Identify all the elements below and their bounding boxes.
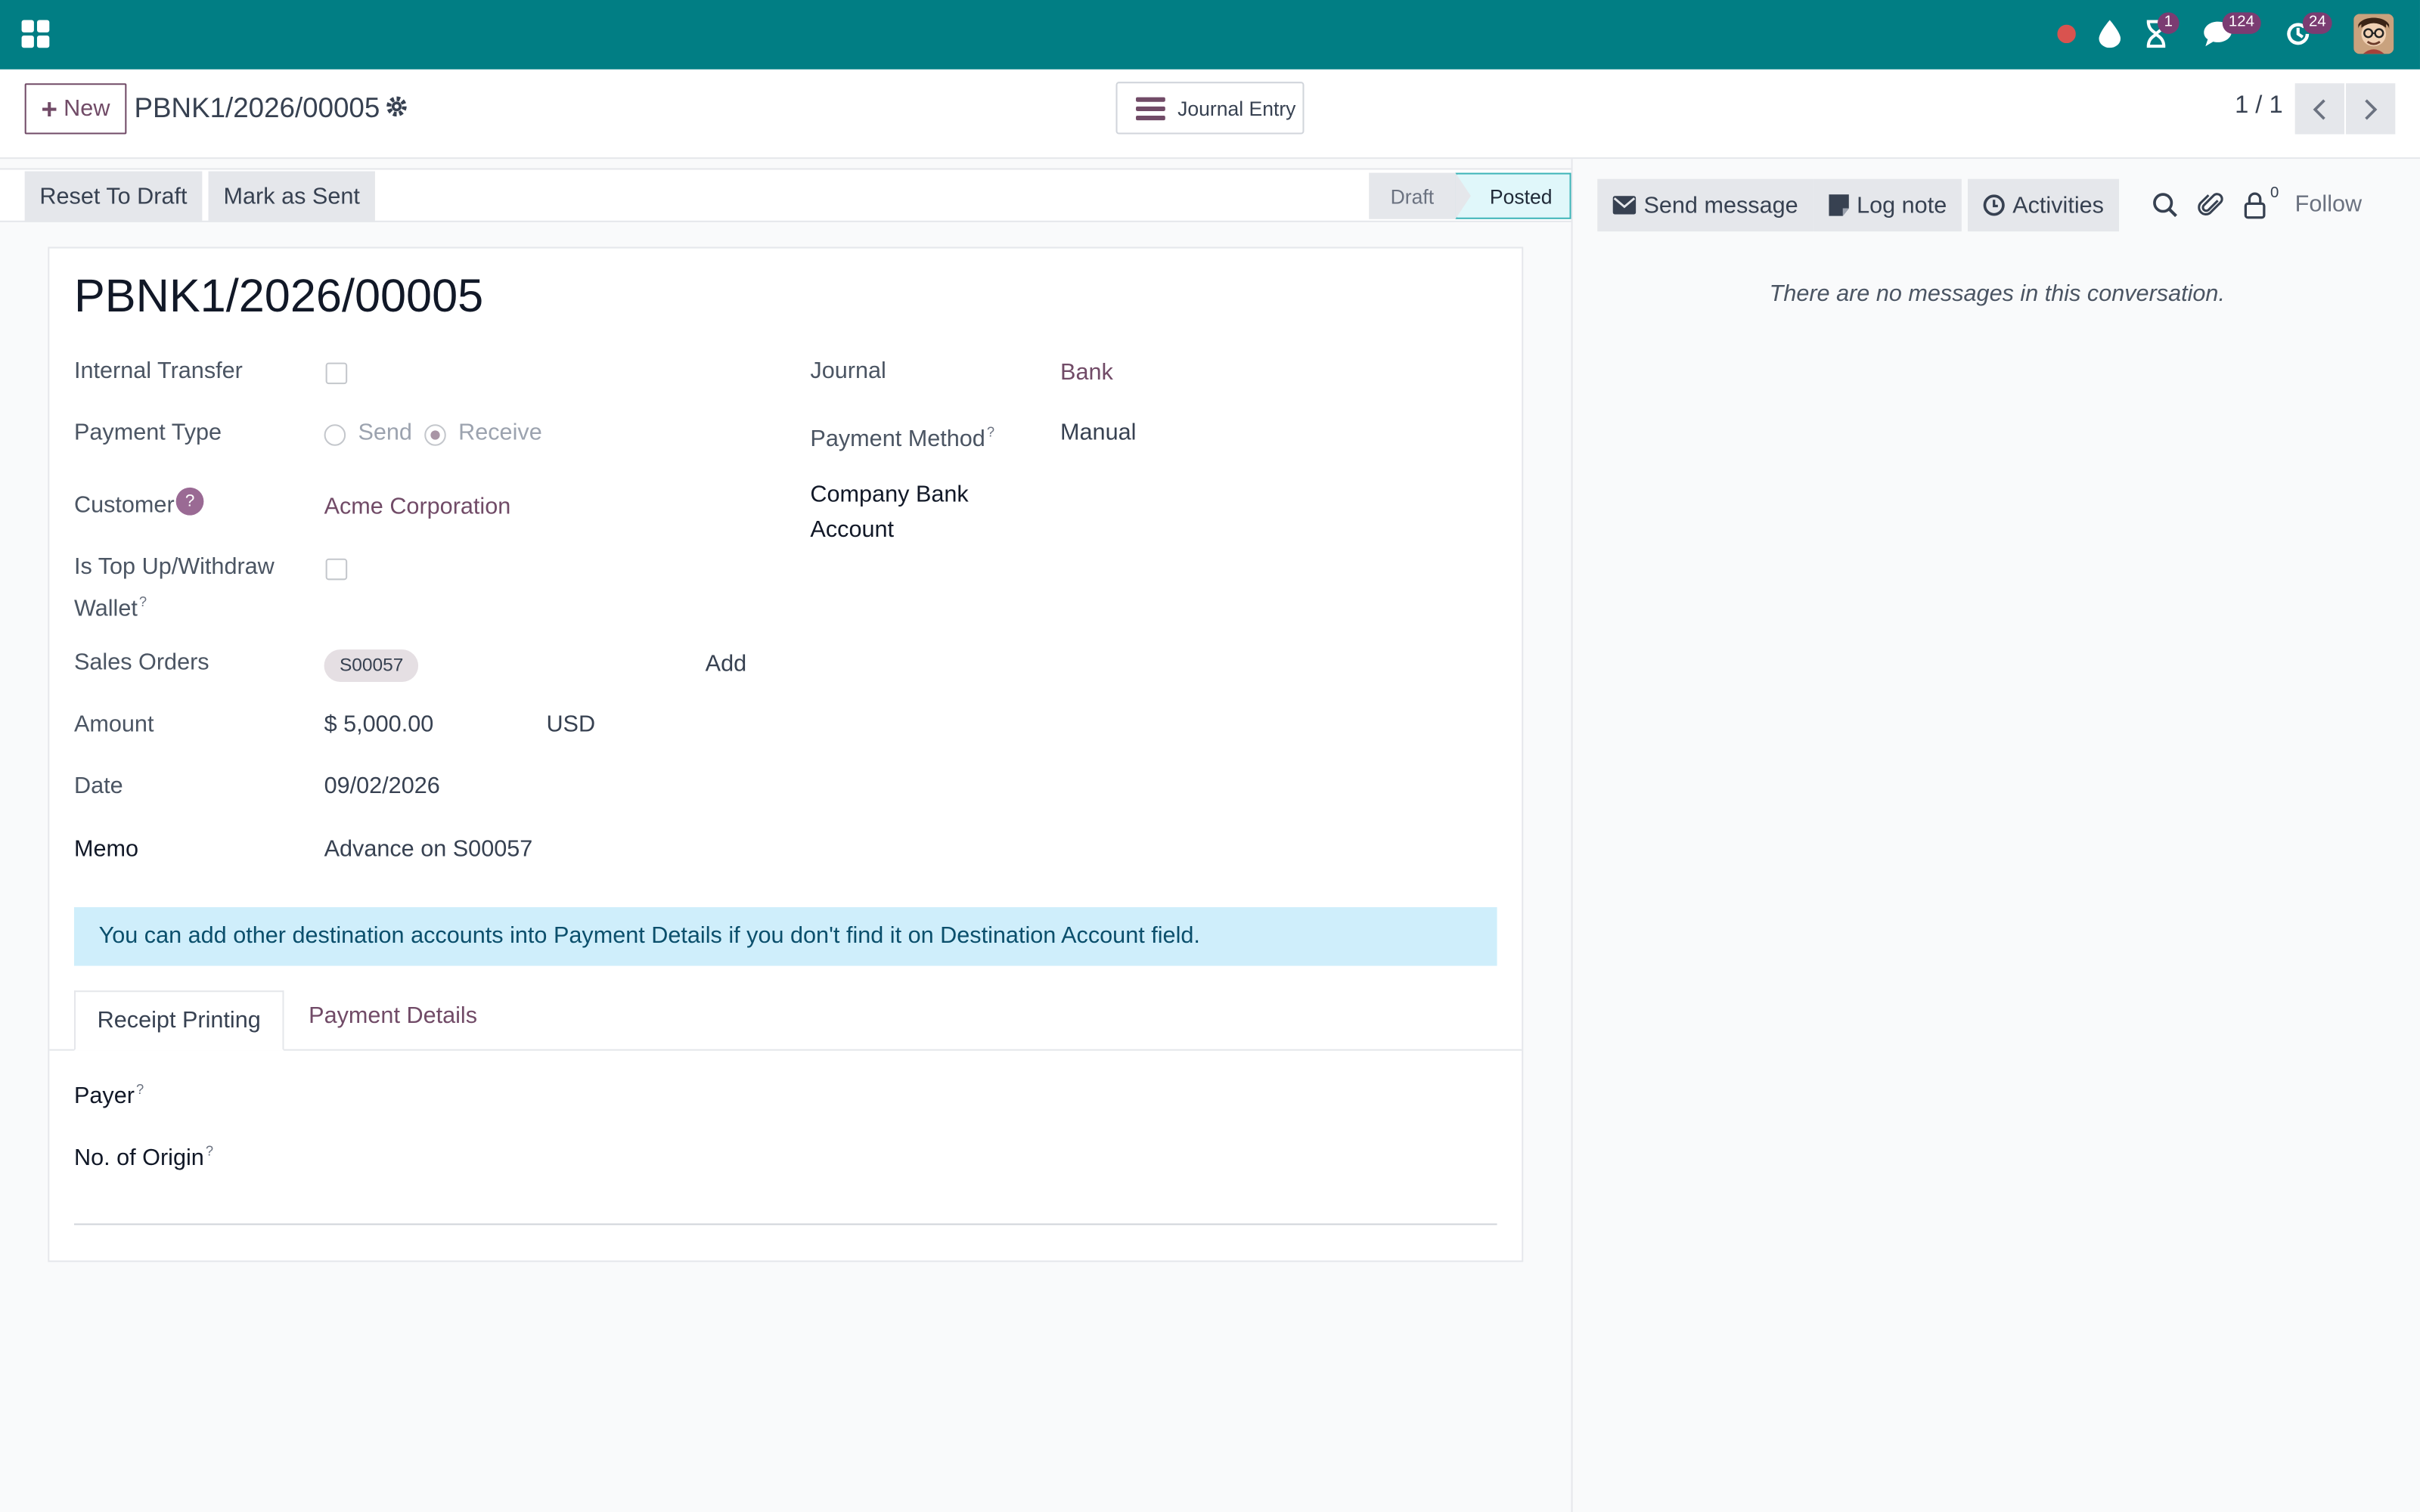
internal-transfer-label: Internal Transfer [73, 358, 243, 385]
amount-label: Amount [73, 711, 154, 738]
note-icon [1829, 194, 1849, 216]
chatter-panel [1571, 159, 2420, 1512]
new-button[interactable]: + New [24, 83, 127, 135]
payment-method-value: Manual [1060, 420, 1137, 446]
messages-badge: 124 [2222, 12, 2261, 34]
tab-receipt-printing[interactable]: Receipt Printing [73, 990, 284, 1051]
recording-dot-icon[interactable] [2049, 17, 2083, 51]
no-of-origin-label: No. of Origin? [73, 1143, 214, 1171]
journal-entry-label: Journal Entry [1177, 96, 1296, 120]
reset-to-draft-button[interactable]: Reset To Draft [24, 171, 203, 222]
receipt-divider [73, 1223, 1497, 1225]
chevron-left-icon [2313, 98, 2325, 119]
memo-label: Memo [73, 836, 139, 863]
internal-transfer-checkbox[interactable] [325, 362, 348, 385]
memo-value: Advance on S00057 [324, 836, 533, 863]
mark-as-sent-button[interactable]: Mark as Sent [208, 171, 375, 222]
payment-type-send-radio[interactable] [324, 424, 346, 446]
breadcrumb: PBNK1/2026/00005 [134, 92, 380, 124]
payment-type-receive-label: Receive [458, 420, 542, 446]
followers-lock-icon[interactable] [2244, 191, 2272, 219]
followers-count: 0 [2270, 184, 2279, 203]
no-messages-text: There are no messages in this conversati… [1769, 280, 2225, 308]
follow-button[interactable]: Follow [2295, 191, 2362, 218]
log-note-button[interactable]: Log note [1813, 178, 1962, 232]
app-root: 1 124 24 + New PBNK1/2026/00005 Journal … [0, 0, 2420, 1512]
activities-label: Activities [2012, 192, 2104, 218]
customer-help-icon[interactable]: ? [175, 487, 204, 516]
activities-clock-icon[interactable]: 1 [2139, 12, 2180, 51]
clock-icon [1983, 194, 2005, 216]
company-bank-account-label: Company Bank Account [810, 481, 969, 544]
pager-previous-button[interactable] [2294, 83, 2344, 135]
updates-badge: 24 [2302, 12, 2332, 34]
journal-link[interactable]: Bank [1060, 355, 1113, 390]
drop-icon[interactable] [2093, 17, 2127, 51]
user-avatar[interactable] [2353, 14, 2394, 54]
updates-icon[interactable]: 24 [2281, 12, 2332, 51]
sales-orders-label: Sales Orders [73, 649, 209, 676]
top-navbar: 1 124 24 [0, 0, 2420, 70]
date-label: Date [73, 773, 123, 800]
plus-icon: + [41, 93, 58, 125]
messages-icon[interactable]: 124 [2201, 12, 2261, 51]
customer-label: Customer? [74, 487, 204, 523]
activities-badge: 1 [2158, 12, 2180, 34]
journal-entry-smart-button[interactable]: Journal Entry [1115, 82, 1305, 135]
send-message-label: Send message [1643, 192, 1798, 218]
customer-link[interactable]: Acme Corporation [324, 489, 511, 525]
bars-icon [1136, 96, 1165, 120]
paperclip-icon[interactable] [2198, 191, 2226, 219]
currency-value: USD [546, 711, 596, 738]
amount-value: $ 5,000.00 [324, 711, 434, 738]
pager-next-button[interactable] [2346, 83, 2396, 135]
activities-button[interactable]: Activities [1968, 178, 2120, 232]
record-title: PBNK1/2026/00005 [73, 271, 484, 323]
payer-label: Payer? [73, 1081, 144, 1110]
send-message-button[interactable]: Send message [1597, 178, 1814, 232]
control-panel: + New PBNK1/2026/00005 Journal Entry 1 /… [0, 69, 2420, 160]
search-icon[interactable] [2152, 191, 2180, 219]
envelope-icon [1612, 196, 1637, 215]
new-button-label: New [64, 95, 110, 122]
stage-draft[interactable]: Draft [1369, 172, 1456, 219]
journal-label: Journal [810, 358, 886, 385]
sales-order-tag[interactable]: S00057 [324, 649, 419, 683]
payment-type-receive-radio[interactable] [424, 424, 446, 446]
topup-wallet-label: Is Top Up/Withdraw Wallet? [73, 553, 275, 622]
form-statusbar: Reset To Draft Mark as Sent Draft Posted [0, 168, 1571, 222]
chevron-right-icon [2365, 98, 2378, 119]
info-alert: You can add other destination accounts i… [73, 906, 1497, 966]
tab-payment-details[interactable]: Payment Details [309, 1003, 477, 1030]
date-value: 09/02/2026 [324, 773, 440, 800]
log-note-label: Log note [1857, 192, 1947, 218]
gear-icon[interactable] [386, 96, 408, 118]
form-sheet [48, 246, 1524, 1263]
payment-type-send-label: Send [358, 420, 412, 446]
topup-wallet-checkbox[interactable] [325, 558, 348, 581]
add-sales-order-button[interactable]: Add [706, 646, 746, 682]
apps-menu-icon[interactable] [21, 20, 50, 48]
payment-type-label: Payment Type [73, 420, 222, 446]
stage-posted[interactable]: Posted [1455, 172, 1571, 219]
pager-value[interactable]: 1 / 1 [2235, 92, 2283, 120]
payment-method-label: Payment Method? [810, 424, 995, 452]
